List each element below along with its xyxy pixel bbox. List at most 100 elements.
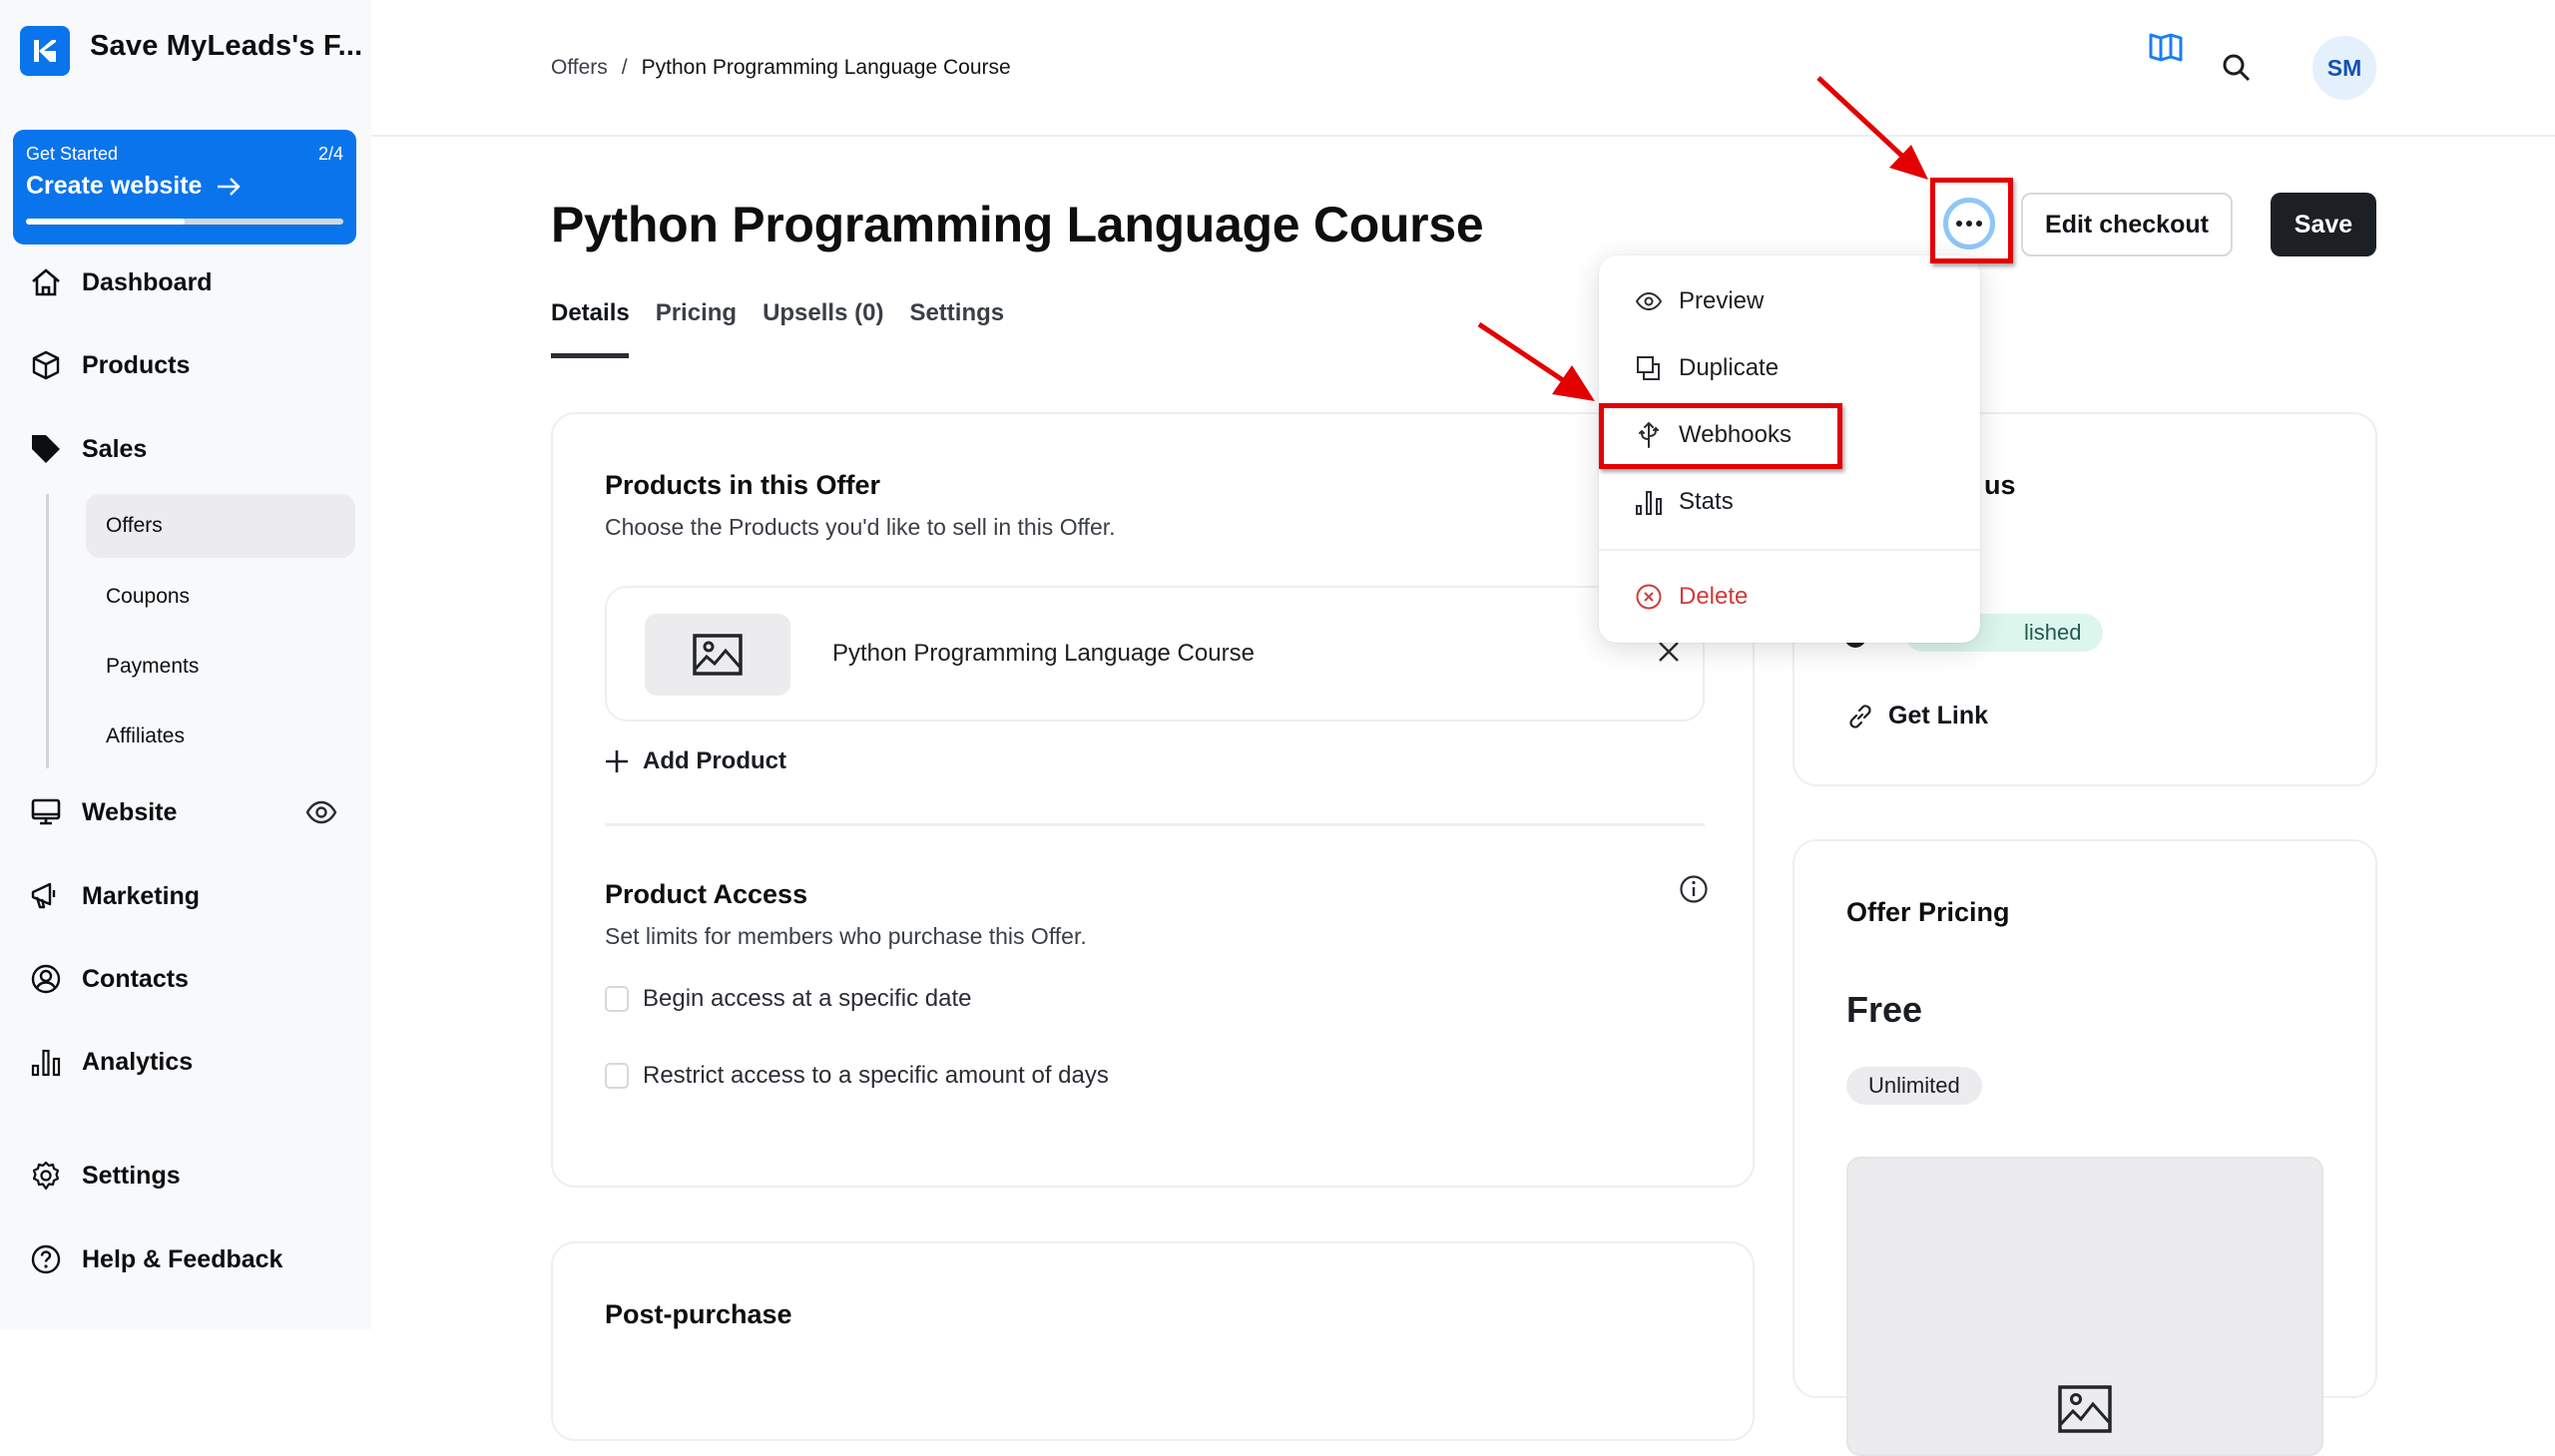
- save-button[interactable]: Save: [2271, 193, 2376, 256]
- webhook-icon: [1639, 421, 1659, 448]
- tab-pricing[interactable]: Pricing: [656, 299, 737, 327]
- book-open-icon[interactable]: [2148, 30, 2184, 66]
- menu-item-label: Stats: [1679, 488, 1734, 515]
- menu-separator: [1599, 549, 1980, 551]
- post-purchase-card: Post-purchase: [551, 1241, 1755, 1441]
- info-icon[interactable]: [1678, 873, 1710, 905]
- details-card: Products in this Offer Choose the Produc…: [551, 412, 1755, 1188]
- restrict-access-option[interactable]: Restrict access to a specific amount of …: [605, 1062, 1109, 1090]
- menu-item-label: Delete: [1679, 583, 1749, 610]
- get-link-button[interactable]: Get Link: [1846, 702, 1988, 730]
- begin-access-label: Begin access at a specific date: [643, 985, 972, 1012]
- get-started-progress-bar: [26, 219, 343, 225]
- sidebar-item-label: Products: [82, 350, 191, 379]
- sidebar-subitem-affiliates[interactable]: Affiliates: [86, 705, 355, 768]
- sidebar-item-contacts[interactable]: Contacts: [30, 954, 349, 1004]
- tag-icon: [32, 435, 60, 463]
- get-started-card[interactable]: Get Started 2/4 Create website: [13, 130, 356, 244]
- access-section-subtitle: Set limits for members who purchase this…: [605, 923, 1087, 949]
- menu-item-stats[interactable]: Stats: [1635, 488, 1734, 516]
- product-row: Python Programming Language Course: [605, 586, 1705, 722]
- restrict-access-checkbox[interactable]: [605, 1063, 629, 1089]
- active-tab-indicator: [551, 353, 629, 358]
- gear-icon: [32, 1161, 60, 1191]
- menu-item-duplicate[interactable]: Duplicate: [1635, 354, 1779, 382]
- tab-settings[interactable]: Settings: [909, 299, 1004, 327]
- edit-checkout-button[interactable]: Edit checkout: [2021, 193, 2233, 256]
- tab-details[interactable]: Details: [551, 299, 630, 327]
- bar-chart-icon: [1636, 491, 1662, 515]
- sidebar-item-label: Analytics: [82, 1047, 194, 1076]
- duplicate-icon: [1637, 356, 1660, 380]
- breadcrumb-offers-link[interactable]: Offers: [551, 56, 608, 80]
- sidebar-item-label: Contacts: [82, 964, 189, 993]
- sidebar-item-sales[interactable]: Sales: [30, 424, 349, 474]
- eye-icon: [1635, 291, 1663, 311]
- begin-access-checkbox[interactable]: [605, 986, 629, 1012]
- workspace-name[interactable]: Save MyLeads's F...: [90, 30, 362, 63]
- megaphone-icon: [31, 882, 56, 909]
- breadcrumb: Offers / Python Programming Language Cou…: [551, 56, 1011, 80]
- dot: [1966, 221, 1972, 227]
- plus-icon: [606, 750, 628, 772]
- access-section-title: Product Access: [605, 879, 808, 909]
- sub-nav-line: [46, 494, 49, 768]
- bar-chart-icon: [31, 1049, 61, 1077]
- app-logo[interactable]: [20, 26, 70, 76]
- get-link-label: Get Link: [1888, 702, 1989, 729]
- image-placeholder-icon: [693, 634, 743, 676]
- sidebar-item-website[interactable]: Website: [30, 787, 349, 837]
- dot: [1956, 221, 1962, 227]
- add-product-button[interactable]: Add Product: [605, 747, 786, 775]
- sidebar-subitem-offers[interactable]: Offers: [86, 494, 355, 558]
- create-website-link[interactable]: Create website: [26, 172, 242, 201]
- sidebar-item-label: Sales: [82, 434, 148, 463]
- user-circle-icon: [31, 964, 61, 994]
- sidebar-item-dashboard[interactable]: Dashboard: [30, 257, 349, 307]
- offer-pricing-title: Offer Pricing: [1846, 897, 2010, 927]
- annotation-arrow-webhooks: [1477, 321, 1595, 401]
- sidebar-item-products[interactable]: Products: [30, 340, 349, 390]
- begin-access-option[interactable]: Begin access at a specific date: [605, 985, 972, 1013]
- sidebar-item-help[interactable]: Help & Feedback: [30, 1234, 349, 1284]
- sidebar-item-marketing[interactable]: Marketing: [30, 871, 349, 921]
- monitor-icon: [31, 798, 61, 825]
- menu-item-label: Preview: [1679, 287, 1765, 314]
- more-options-menu: Preview Duplicate Webhooks Stats Delete: [1599, 255, 1980, 643]
- sidebar-item-settings[interactable]: Settings: [30, 1151, 349, 1201]
- website-preview-eye-icon[interactable]: [304, 795, 338, 829]
- more-options-button[interactable]: [1943, 198, 1995, 249]
- sidebar-subitem-coupons[interactable]: Coupons: [86, 565, 355, 629]
- sidebar-subitem-payments[interactable]: Payments: [86, 635, 355, 699]
- breadcrumb-current: Python Programming Language Course: [641, 56, 1011, 79]
- offer-tabs: Details Pricing Upsells (0) Settings: [551, 299, 1004, 327]
- product-name: Python Programming Language Course: [832, 640, 1255, 667]
- user-avatar[interactable]: SM: [2312, 36, 2376, 100]
- offer-price: Free: [1846, 989, 1923, 1030]
- post-purchase-title: Post-purchase: [605, 1299, 792, 1329]
- tab-upsells[interactable]: Upsells (0): [763, 299, 883, 327]
- products-section-subtitle: Choose the Products you'd like to sell i…: [605, 514, 1116, 540]
- offer-pricing-card: Offer Pricing Free Unlimited: [1792, 839, 2377, 1456]
- image-placeholder-icon: [2058, 1385, 2112, 1433]
- arrow-right-icon: [218, 177, 242, 196]
- offer-image-placeholder[interactable]: [1846, 1157, 2323, 1456]
- product-thumbnail: [645, 614, 790, 696]
- x-circle-icon: [1636, 584, 1662, 610]
- section-divider: [605, 823, 1705, 826]
- restrict-access-label: Restrict access to a specific amount of …: [643, 1062, 1109, 1089]
- sidebar-item-analytics[interactable]: Analytics: [30, 1037, 349, 1087]
- page-title: Python Programming Language Course: [551, 197, 1484, 252]
- menu-item-delete[interactable]: Delete: [1635, 583, 1748, 611]
- add-product-label: Add Product: [643, 747, 786, 774]
- unlimited-badge: Unlimited: [1846, 1067, 1982, 1105]
- sidebar-item-label: Help & Feedback: [82, 1244, 283, 1273]
- dot: [1976, 221, 1982, 227]
- get-started-label: Get Started: [26, 144, 119, 164]
- menu-item-label: Duplicate: [1679, 354, 1780, 381]
- search-icon[interactable]: [2221, 52, 2253, 84]
- menu-item-preview[interactable]: Preview: [1635, 287, 1764, 315]
- menu-item-webhooks[interactable]: Webhooks: [1635, 421, 1791, 449]
- home-icon: [32, 268, 60, 296]
- box-icon: [32, 350, 60, 380]
